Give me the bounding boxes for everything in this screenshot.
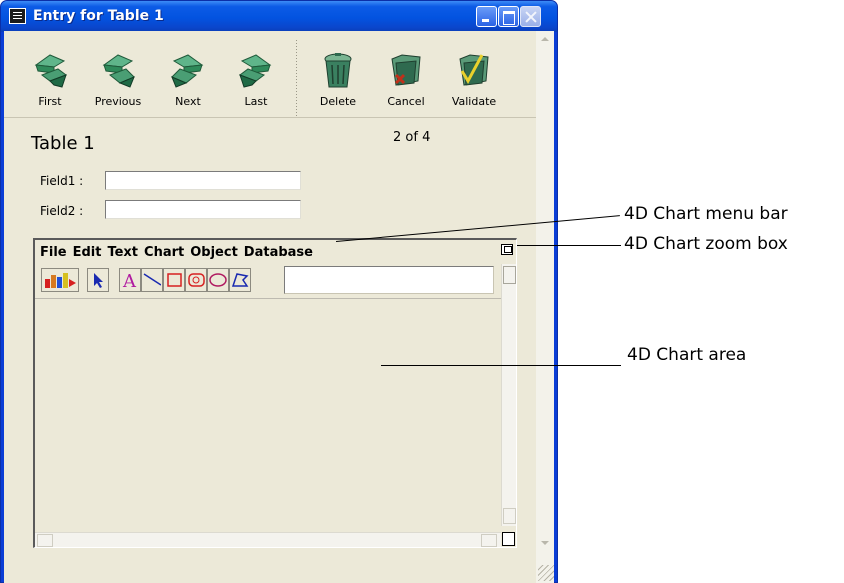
toolbar-separator [296,40,297,116]
rectangle-tool[interactable] [163,268,185,292]
rectangle-icon [167,273,182,287]
arrow-last-icon [238,54,272,88]
chart-scroll-thumb[interactable] [503,266,516,284]
oval-icon [209,273,227,287]
chart-zoom-box[interactable] [501,244,513,255]
chart-menu-file[interactable]: File [40,245,67,260]
chart-scroll-left-arrow[interactable] [37,534,53,547]
previous-button[interactable]: Previous [88,51,148,113]
table-title: Table 1 [31,133,95,154]
rounded-rectangle-tool[interactable] [185,268,207,292]
minimize-button[interactable] [476,6,497,27]
chart-wizard-tool[interactable] [41,268,79,292]
bar-chart-icon [45,273,76,288]
arrow-previous-icon [102,54,135,88]
close-button[interactable] [520,6,541,27]
delete-label: Delete [319,95,357,108]
previous-label: Previous [94,95,142,108]
line-tool[interactable] [141,268,163,292]
title-bar[interactable]: Entry for Table 1 [1,1,557,32]
svg-text:A: A [122,271,137,289]
chart-text-field[interactable] [284,266,494,294]
polygon-tool[interactable] [229,268,251,292]
window-vertical-scrollbar[interactable] [536,31,554,583]
resize-grip[interactable] [538,565,554,581]
chart-menu-bar: File Edit Text Chart Object Database [40,245,319,263]
text-tool[interactable]: A [119,268,141,292]
last-label: Last [244,95,268,108]
oval-tool[interactable] [207,268,229,292]
select-tool[interactable] [87,268,109,292]
chart-area-container: File Edit Text Chart Object Database A [33,238,517,548]
record-count: 2 of 4 [393,130,431,145]
chart-horizontal-scrollbar[interactable] [35,532,501,547]
field1-input[interactable] [105,171,301,190]
validate-button[interactable]: Validate [444,51,504,113]
cancel-button[interactable]: Cancel [376,51,436,113]
scroll-down-arrow[interactable] [536,535,554,552]
chart-scroll-down-arrow[interactable] [503,508,516,524]
chart-scroll-right-arrow[interactable] [481,534,497,547]
field1-label: Field1 : [40,174,84,188]
next-label: Next [175,95,201,108]
trash-can-icon [324,53,352,88]
maximize-button[interactable] [498,6,519,27]
app-icon [9,8,26,24]
pointer-arrow-icon [94,273,103,288]
callout-zoom-box: 4D Chart zoom box [624,234,788,254]
chart-menu-edit[interactable]: Edit [73,245,102,260]
first-button[interactable]: First [20,51,80,113]
field2-label: Field2 : [40,204,84,218]
rounded-rectangle-icon [188,273,205,287]
line-icon [143,273,161,286]
chart-size-box[interactable] [502,532,515,546]
scroll-up-arrow[interactable] [536,31,554,48]
validate-label: Validate [451,95,497,108]
polygon-icon [231,273,249,287]
folder-cancel-icon [391,54,421,86]
chart-menu-text[interactable]: Text [107,245,138,260]
first-label: First [38,95,62,108]
callout-line-zoom-box [517,245,621,246]
toolbar-divider [4,117,536,118]
callout-menu-bar: 4D Chart menu bar [624,204,788,224]
chart-menu-chart[interactable]: Chart [144,245,184,260]
field2-input[interactable] [105,200,301,219]
chart-menu-object[interactable]: Object [190,245,238,260]
window-title: Entry for Table 1 [33,8,164,24]
arrow-first-icon [34,54,68,88]
last-button[interactable]: Last [226,51,286,113]
chart-canvas[interactable] [35,298,501,534]
next-button[interactable]: Next [158,51,218,113]
folder-check-icon [459,54,489,86]
delete-button[interactable]: Delete [308,51,368,113]
text-a-icon: A [122,271,137,289]
cancel-label: Cancel [387,95,425,108]
callout-line-chart-area [381,365,621,366]
callout-chart-area: 4D Chart area [627,345,747,365]
chart-menu-database[interactable]: Database [244,245,313,260]
arrow-next-icon [171,54,204,88]
chart-vertical-scrollbar[interactable] [501,264,516,526]
record-toolbar: First Previous Next Last Delete Cancel V… [4,31,536,117]
